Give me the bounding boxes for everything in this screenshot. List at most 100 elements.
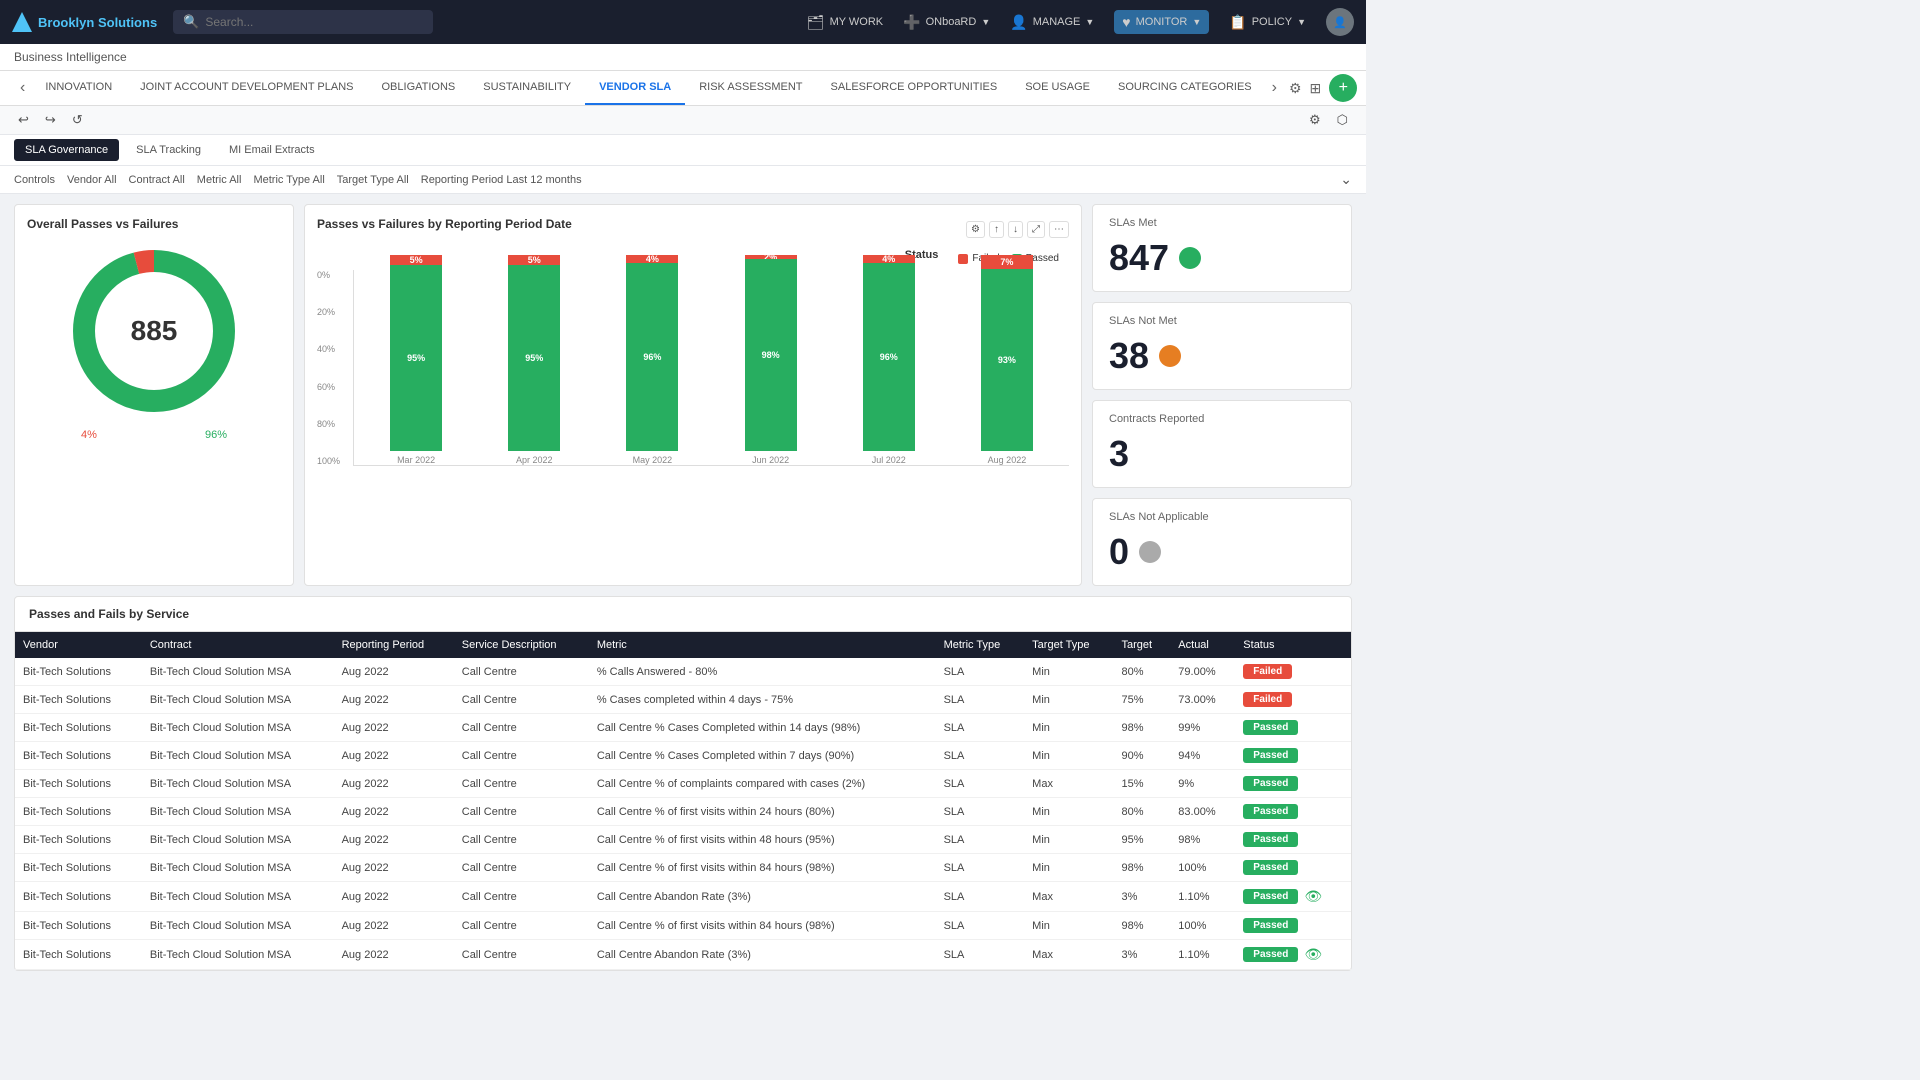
layout-button[interactable]: ⊞ bbox=[1310, 74, 1322, 102]
charts-row: Overall Passes vs Failures 885 4% 96% bbox=[14, 204, 1352, 586]
tab-obligations[interactable]: OBLIGATIONS bbox=[368, 71, 470, 105]
bar-more-btn[interactable]: ⋯ bbox=[1049, 221, 1069, 238]
bar-stack-jul: 4% 96% bbox=[863, 255, 915, 451]
pill-metric-type[interactable]: Metric Type All bbox=[253, 174, 324, 186]
tab-prev-button[interactable]: ‹ bbox=[14, 79, 31, 97]
cell-target: 95% bbox=[1114, 826, 1171, 854]
search-bar[interactable]: 🔍 bbox=[173, 10, 433, 34]
nav-my-work[interactable]: 🗂 MY WORK bbox=[807, 14, 883, 31]
cell-metric-type: SLA bbox=[936, 882, 1025, 912]
tab-sustainability[interactable]: SUSTAINABILITY bbox=[469, 71, 585, 105]
bars-container: 5% 95% Mar 2022 5% 95% Apr 2022 bbox=[353, 270, 1069, 466]
status-badge: Passed bbox=[1243, 720, 1298, 735]
pill-controls[interactable]: Controls bbox=[14, 174, 55, 186]
tab-joint[interactable]: JOINT ACCOUNT DEVELOPMENT PLANS bbox=[126, 71, 367, 105]
undo-button[interactable]: ↩ bbox=[14, 110, 33, 130]
cell-actual: 100% bbox=[1170, 912, 1235, 940]
tab-next-button[interactable]: › bbox=[1266, 79, 1283, 97]
cell-status: Failed bbox=[1235, 658, 1351, 685]
tab-salesforce[interactable]: SALESFORCE OPPORTUNITIES bbox=[817, 71, 1012, 105]
tab-innovation[interactable]: INNOVATION bbox=[31, 71, 126, 105]
bar-fail-mar: 5% bbox=[390, 255, 442, 265]
cell-target-type: Max bbox=[1024, 940, 1113, 970]
refresh-button[interactable]: ↺ bbox=[68, 110, 87, 130]
bar-chart-area: 100% 80% 60% 40% 20% 0% 5% 95% Mar 2022 bbox=[317, 270, 1069, 490]
add-button[interactable]: + bbox=[1329, 74, 1357, 102]
bar-stack-jun: 2% 98% bbox=[745, 255, 797, 451]
eye-icon[interactable]: 👁 bbox=[1304, 946, 1322, 963]
table-row: Bit-Tech Solutions Bit-Tech Cloud Soluti… bbox=[15, 714, 1351, 742]
bar-expand-btn[interactable]: ⤢ bbox=[1027, 221, 1045, 238]
cell-contract: Bit-Tech Cloud Solution MSA bbox=[142, 770, 334, 798]
cell-period: Aug 2022 bbox=[334, 770, 454, 798]
tab-risk[interactable]: RISK ASSESSMENT bbox=[685, 71, 816, 105]
cell-metric-type: SLA bbox=[936, 714, 1025, 742]
redo-button[interactable]: ↪ bbox=[41, 110, 60, 130]
stat-slas-na-value: 0 bbox=[1109, 531, 1129, 573]
cell-metric: Call Centre Abandon Rate (3%) bbox=[589, 940, 936, 970]
cell-actual: 1.10% bbox=[1170, 940, 1235, 970]
tab-soe[interactable]: SOE USAGE bbox=[1011, 71, 1104, 105]
donut-fail-pct: 4% bbox=[81, 429, 97, 441]
stat-slas-met-value: 847 bbox=[1109, 237, 1169, 279]
cell-metric: Call Centre % of first visits within 24 … bbox=[589, 798, 936, 826]
filter-button[interactable]: ⚙ bbox=[1289, 74, 1302, 102]
bar-title: Passes vs Failures by Reporting Period D… bbox=[317, 217, 572, 231]
col-service: Service Description bbox=[454, 632, 589, 658]
pill-reporting-period[interactable]: Reporting Period Last 12 months bbox=[421, 174, 582, 186]
cell-metric: Call Centre % Cases Completed within 14 … bbox=[589, 714, 936, 742]
cell-service: Call Centre bbox=[454, 912, 589, 940]
table-row: Bit-Tech Solutions Bit-Tech Cloud Soluti… bbox=[15, 658, 1351, 686]
search-input[interactable] bbox=[205, 15, 405, 29]
policy-label: POLICY bbox=[1252, 16, 1292, 28]
status-badge: Passed bbox=[1243, 918, 1298, 933]
cell-service: Call Centre bbox=[454, 658, 589, 686]
bar-pass-apr: 95% bbox=[508, 265, 560, 451]
cell-contract: Bit-Tech Cloud Solution MSA bbox=[142, 798, 334, 826]
bar-stack-mar: 5% 95% bbox=[390, 255, 442, 451]
cell-vendor: Bit-Tech Solutions bbox=[15, 912, 142, 940]
logo-icon bbox=[12, 12, 32, 32]
avatar[interactable]: 👤 bbox=[1326, 8, 1354, 36]
eye-icon[interactable]: 👁 bbox=[1304, 888, 1322, 905]
filter-settings-button[interactable]: ⚙ bbox=[1305, 110, 1325, 130]
bar-pass-jul: 96% bbox=[863, 263, 915, 451]
bar-sort-asc-btn[interactable]: ↑ bbox=[989, 221, 1004, 238]
bar-group-apr: 5% 95% Apr 2022 bbox=[482, 255, 586, 465]
table-row: Bit-Tech Solutions Bit-Tech Cloud Soluti… bbox=[15, 742, 1351, 770]
cell-service: Call Centre bbox=[454, 826, 589, 854]
cell-period: Aug 2022 bbox=[334, 742, 454, 770]
pill-vendor[interactable]: Vendor All bbox=[67, 174, 117, 186]
donut-pass-pct: 96% bbox=[205, 429, 227, 441]
filter-tab-governance[interactable]: SLA Governance bbox=[14, 139, 119, 161]
bar-group-jul: 4% 96% Jul 2022 bbox=[837, 255, 941, 465]
stat-slas-not-met-dot bbox=[1159, 345, 1181, 367]
nav-policy[interactable]: 📋 POLICY ▼ bbox=[1229, 14, 1306, 31]
cell-period: Aug 2022 bbox=[334, 798, 454, 826]
bar-filter-btn[interactable]: ⚙ bbox=[966, 221, 985, 238]
pill-contract[interactable]: Contract All bbox=[129, 174, 185, 186]
cell-target-type: Min bbox=[1024, 912, 1113, 940]
bar-label-jun: Jun 2022 bbox=[752, 455, 789, 465]
bar-group-may: 4% 96% May 2022 bbox=[600, 255, 704, 465]
filter-expand-icon[interactable]: ⌄ bbox=[1340, 171, 1352, 188]
pill-target-type[interactable]: Target Type All bbox=[337, 174, 409, 186]
cell-metric-type: SLA bbox=[936, 854, 1025, 882]
filter-tab-tracking[interactable]: SLA Tracking bbox=[125, 139, 212, 161]
col-metric-type: Metric Type bbox=[936, 632, 1025, 658]
status-badge: Passed bbox=[1243, 947, 1298, 962]
cell-target-type: Min bbox=[1024, 826, 1113, 854]
manage-icon: 👤 bbox=[1010, 14, 1027, 31]
nav-manage[interactable]: 👤 MANAGE ▼ bbox=[1010, 14, 1094, 31]
cell-actual: 98% bbox=[1170, 826, 1235, 854]
bar-sort-desc-btn[interactable]: ↓ bbox=[1008, 221, 1023, 238]
status-badge: Passed bbox=[1243, 832, 1298, 847]
nav-onboard[interactable]: ➕ ONboaRD ▼ bbox=[903, 14, 990, 31]
export-button[interactable]: ⬡ bbox=[1333, 110, 1352, 130]
pill-metric[interactable]: Metric All bbox=[197, 174, 242, 186]
cell-target-type: Min bbox=[1024, 658, 1113, 686]
nav-monitor[interactable]: ♥ MONITOR ▼ bbox=[1114, 10, 1209, 34]
tab-vendor-sla[interactable]: VENDOR SLA bbox=[585, 71, 685, 105]
filter-tab-email[interactable]: MI Email Extracts bbox=[218, 139, 326, 161]
tab-sourcing[interactable]: SOURCING CATEGORIES bbox=[1104, 71, 1266, 105]
